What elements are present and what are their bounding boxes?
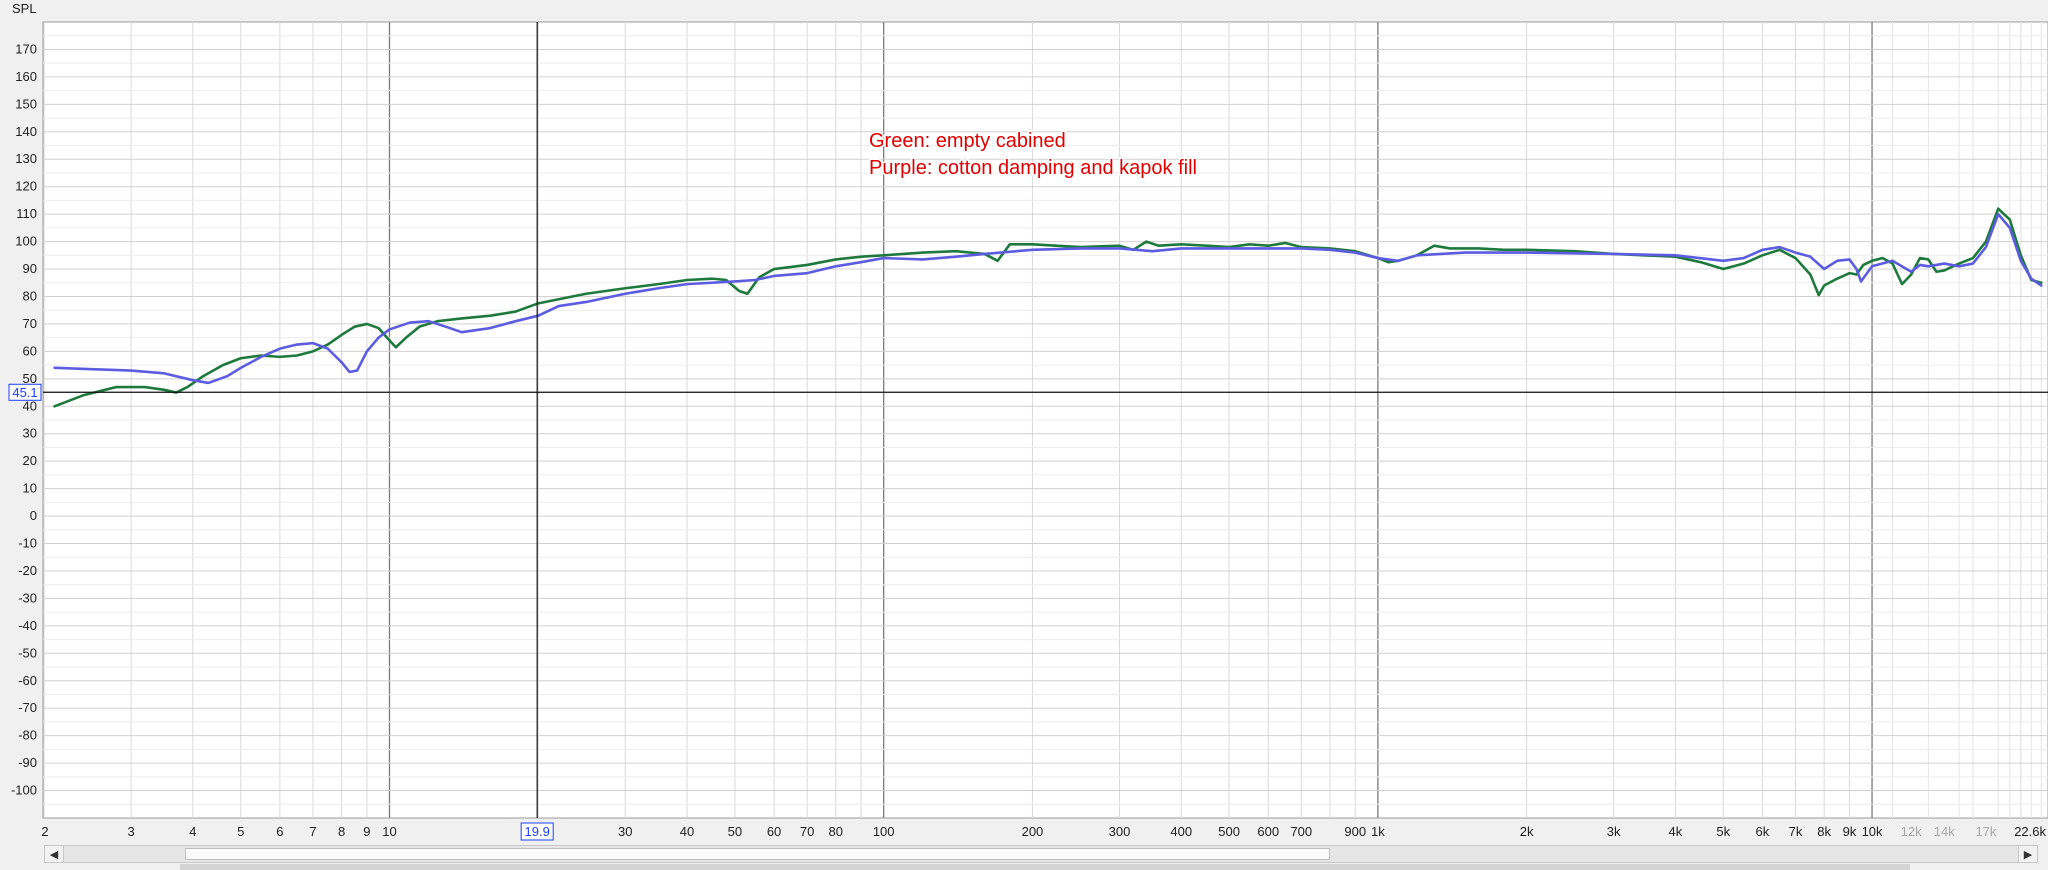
triangle-right-icon[interactable]: ▶: [2018, 846, 2037, 862]
x-tick-label: 400: [1170, 824, 1192, 839]
y-tick-label: -60: [18, 673, 37, 688]
x-tick-label: 2k: [1520, 824, 1534, 839]
y-tick-label: 130: [15, 151, 37, 166]
x-tick-label: 8k: [1817, 824, 1831, 839]
y-tick-label: 0: [30, 508, 37, 523]
rew-spl-window: 170 160 150 140 130 120 110 100 90 80 70 60 50 40 30 20…: [0, 0, 2048, 870]
y-tick-label: 30: [23, 426, 37, 441]
x-tick-label: 5: [237, 824, 244, 839]
y-tick-label: -100: [11, 783, 37, 798]
y-tick-label: 10: [23, 481, 37, 496]
y-tick-label: 140: [15, 124, 37, 139]
x-tick-label: 40: [680, 824, 694, 839]
x-tick-label: 22.6k: [2014, 824, 2046, 839]
y-tick-label: -10: [18, 536, 37, 551]
cursor-x-readout: 19.9: [525, 824, 550, 839]
y-tick-label: 50: [23, 371, 37, 386]
y-tick-label: 20: [23, 453, 37, 468]
x-tick-label: 200: [1022, 824, 1044, 839]
y-tick-label: -80: [18, 728, 37, 743]
x-tick-label: 900: [1344, 824, 1366, 839]
x-tick-label: 3k: [1607, 824, 1621, 839]
y-tick-label: -90: [18, 755, 37, 770]
x-tick-label: 7k: [1789, 824, 1803, 839]
y-tick-label: 150: [15, 96, 37, 111]
y-tick-label: -70: [18, 700, 37, 715]
x-tick-label: 6k: [1756, 824, 1770, 839]
x-tick-label: 30: [618, 824, 632, 839]
x-tick-label: 10k: [1862, 824, 1883, 839]
scroll-track-strip: [180, 864, 1910, 870]
y-tick-label: 160: [15, 69, 37, 84]
x-tick-label: 500: [1218, 824, 1240, 839]
y-tick-label: -40: [18, 618, 37, 633]
y-tick-label: 70: [23, 316, 37, 331]
x-tick-label: 5k: [1716, 824, 1730, 839]
triangle-left-icon[interactable]: ◀: [45, 846, 64, 862]
y-tick-label: 170: [15, 41, 37, 56]
x-tick-label: 70: [800, 824, 814, 839]
x-tick-label: 9k: [1843, 824, 1857, 839]
x-tick-label: 60: [767, 824, 781, 839]
x-tick-label: 1k: [1371, 824, 1385, 839]
x-tick-label: 600: [1257, 824, 1279, 839]
x-tick-label: 2: [41, 824, 48, 839]
x-tick-label: 6: [276, 824, 283, 839]
y-tick-label: -30: [18, 590, 37, 605]
y-tick-label: 80: [23, 288, 37, 303]
y-tick-label: 90: [23, 261, 37, 276]
x-tick-label: 100: [873, 824, 895, 839]
y-tick-label: 110: [16, 206, 37, 221]
x-tick-label: 10: [382, 824, 396, 839]
y-tick-label: 100: [15, 234, 37, 249]
horizontal-scrollbar[interactable]: ◀ ▶: [44, 845, 2038, 863]
x-tick-label: 3: [127, 824, 134, 839]
x-tick-label: 8: [338, 824, 345, 839]
x-tick-label: 17k: [1975, 824, 1996, 839]
x-tick-label: 300: [1109, 824, 1131, 839]
x-tick-label: 7: [309, 824, 316, 839]
spl-chart: 1701601501401301201101009080706050403020…: [8, 1, 2048, 841]
cursor-y-readout: 45.1: [12, 385, 37, 400]
x-tick-label: 14k: [1934, 824, 1955, 839]
x-tick-label: 4k: [1669, 824, 1683, 839]
y-tick-label: 120: [15, 179, 37, 194]
y-tick-label: -20: [18, 563, 37, 578]
scrollbar-thumb[interactable]: [185, 848, 1330, 860]
y-tick-label: 60: [23, 343, 37, 358]
x-tick-label: 9: [363, 824, 370, 839]
x-tick-label: 4: [189, 824, 196, 839]
annotation-text-1: Green: empty cabined: [869, 130, 1066, 152]
y-axis-title: SPL: [12, 1, 37, 16]
y-tick-label: -50: [18, 645, 37, 660]
x-tick-label: 80: [829, 824, 843, 839]
x-tick-label: 700: [1290, 824, 1312, 839]
x-tick-label: 12k: [1901, 824, 1922, 839]
annotation-text-2: Purple: cotton damping and kapok fill: [869, 157, 1197, 179]
x-tick-label: 50: [728, 824, 742, 839]
